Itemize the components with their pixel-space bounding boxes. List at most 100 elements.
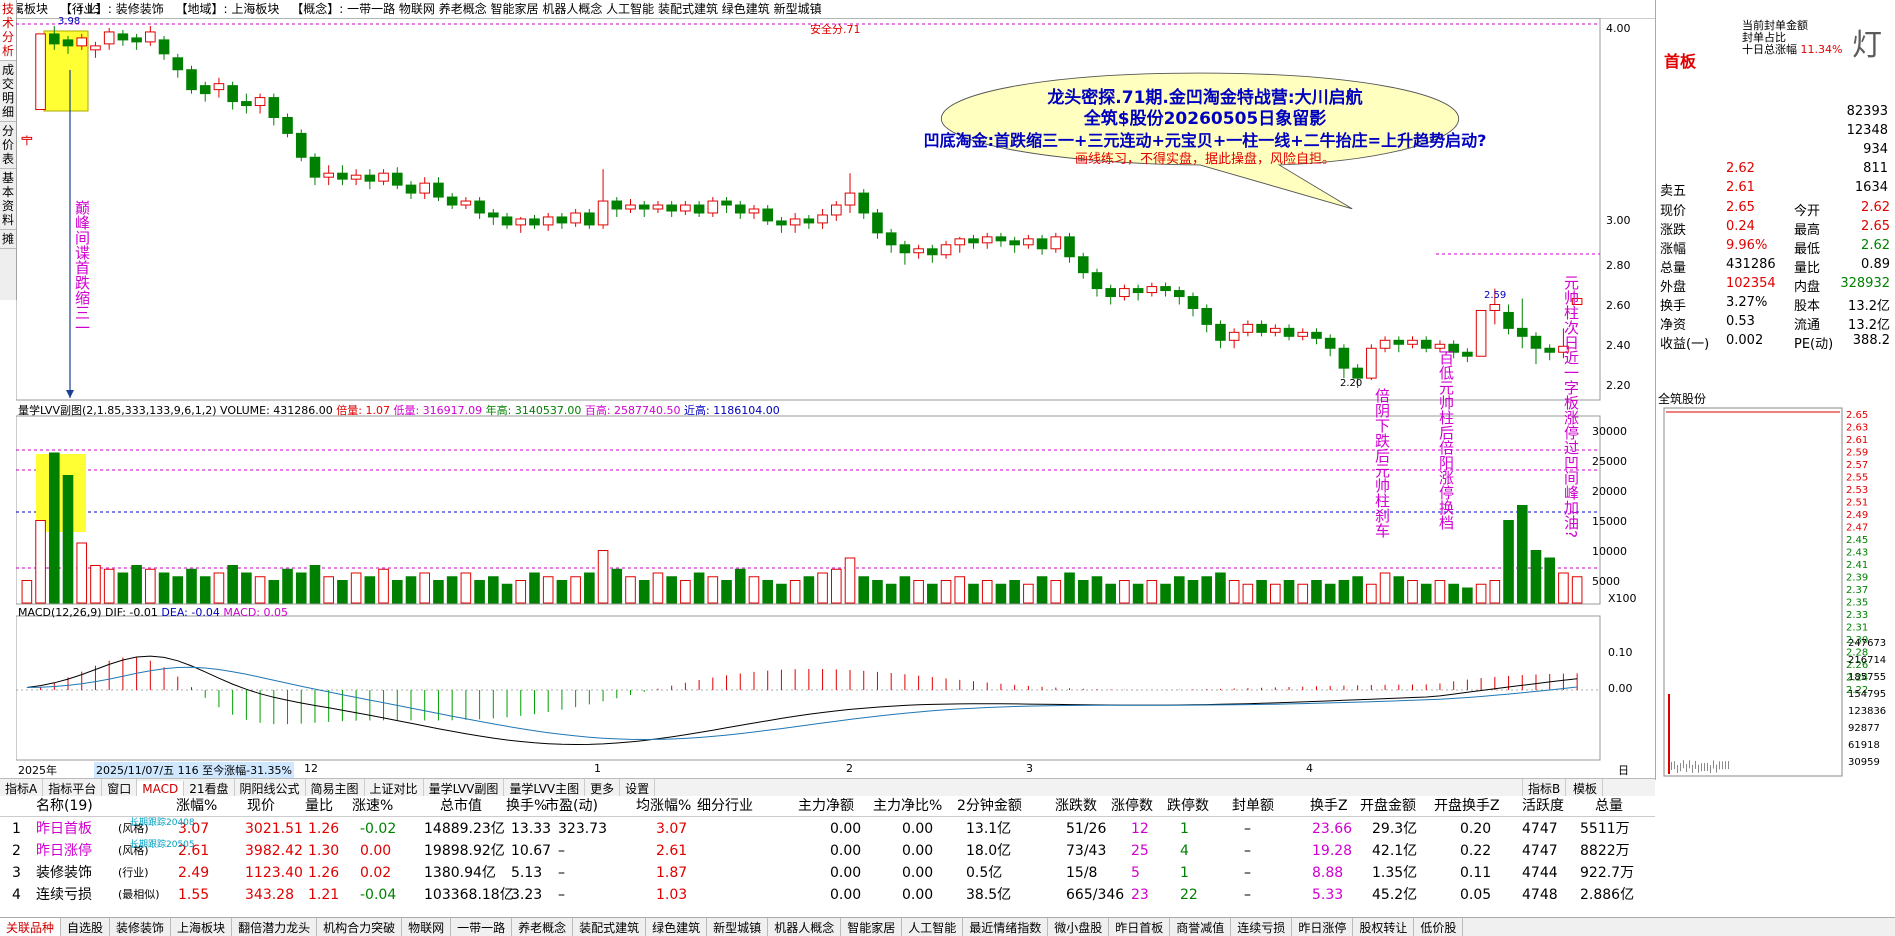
candle-body — [1202, 308, 1212, 324]
bottom-tab[interactable]: 最近情绪指数 — [963, 918, 1048, 936]
candle-body — [104, 32, 114, 44]
bottom-tab[interactable]: 绿色建筑 — [646, 918, 707, 936]
col-zd[interactable]: 涨跌数 — [1055, 796, 1097, 816]
bottom-tab[interactable]: 股权转让 — [1353, 918, 1414, 936]
col-name[interactable]: 名称(19) — [36, 796, 93, 816]
volume-bar — [1243, 584, 1253, 603]
stat-label-2: PE(动) — [1794, 333, 1833, 352]
col-dt[interactable]: 跌停数 — [1167, 796, 1209, 816]
col-price[interactable]: 现价 — [247, 796, 275, 816]
candle-body — [1147, 287, 1157, 293]
bottom-tab[interactable]: 物联网 — [402, 918, 451, 936]
volume-bar — [22, 581, 32, 604]
cell-dt: 22 — [1180, 884, 1198, 906]
col-hz[interactable]: 换手Z — [1310, 796, 1348, 816]
bottom-tab[interactable]: 一带一路 — [451, 918, 512, 936]
col-total[interactable]: 总量 — [1595, 796, 1623, 816]
col-zt[interactable]: 涨停数 — [1111, 796, 1153, 816]
volume-bar — [1051, 581, 1061, 604]
candle-body — [1024, 239, 1034, 245]
col-lb[interactable]: 量比 — [305, 796, 333, 816]
candle-body — [1490, 304, 1500, 310]
volume-bar — [63, 476, 73, 604]
candle-body — [585, 213, 595, 225]
col-m2[interactable]: 2分钟金额 — [957, 796, 1022, 816]
volume-bar — [310, 566, 320, 604]
cell-avg: 2.61 — [656, 840, 687, 862]
bottom-tab[interactable]: 连续亏损 — [1231, 918, 1292, 936]
mini-volume-bar — [1698, 765, 1699, 773]
stat-label-2: 最低 — [1794, 238, 1820, 257]
tab-basic-info[interactable]: 基本资料 — [0, 169, 16, 230]
volume-bar — [1078, 581, 1088, 604]
bottom-tab[interactable]: 昨日涨停 — [1292, 918, 1353, 936]
col-zlb[interactable]: 主力净比% — [873, 796, 942, 816]
table-row[interactable]: 4 连续亏损 1.55 343.28 1.21 -0.04 103368.18亿 3.23–1… — [0, 884, 1655, 906]
candle-body — [1367, 348, 1377, 378]
bottom-tab[interactable]: 微小盘股 — [1048, 918, 1109, 936]
volume-bar — [461, 573, 471, 603]
mini-volume-bar — [1725, 761, 1726, 769]
bottom-tab[interactable]: 装配式建筑 — [573, 918, 646, 936]
bottom-tab[interactable]: 养老概念 — [512, 918, 573, 936]
col-hy[interactable]: 活跃度 — [1522, 796, 1564, 816]
concept-label[interactable]: 【概念】: 一带一路 物联网 养老概念 智能家居 机器人概念 人工智能 装配式建… — [291, 2, 821, 16]
tab-misc[interactable]: 摊 — [0, 230, 16, 249]
bottom-tab[interactable]: 装修装饰 — [110, 918, 171, 936]
bottom-tab[interactable]: 上海板块 — [171, 918, 232, 936]
candle-body — [818, 215, 828, 223]
col-speed[interactable]: 涨速% — [352, 796, 393, 816]
cell-zt: 5 — [1131, 862, 1140, 884]
col-kp[interactable]: 开盘金额 — [1360, 796, 1416, 816]
col-kph[interactable]: 开盘换手Z — [1434, 796, 1500, 816]
tab-price-table[interactable]: 分价表 — [0, 122, 16, 169]
cell-fd: – — [1244, 840, 1251, 862]
stat-value: 0.002 — [1726, 333, 1763, 348]
bottom-tab[interactable]: 机构合力突破 — [317, 918, 402, 936]
macd-name[interactable]: MACD(12,26,9) — [18, 606, 102, 619]
candle-body — [763, 209, 773, 221]
table-row[interactable]: 2 昨日涨停 2.61 3982.42 1.30 0.00 19898.92亿 10.67–2… — [0, 840, 1655, 862]
candle-body — [941, 245, 951, 255]
bottom-tab-bar: 关联品种 自选股 装修装饰 上海板块 翻倍潜力龙头 机构合力突破 物联网 一带一路 养老概念 装配… — [0, 917, 1895, 936]
cell-kp: 1.35亿 — [1372, 862, 1417, 884]
table-row[interactable]: 3 装修装饰 2.49 1123.40 1.26 0.02 1380.94亿 5.13–1.8… — [0, 862, 1655, 884]
volume-bar — [749, 577, 759, 603]
bottom-tab[interactable]: 关联品种 — [0, 918, 61, 936]
toolbar-item[interactable]: MACD — [137, 781, 184, 797]
bottom-tab[interactable]: 昨日首板 — [1109, 918, 1170, 936]
region-label[interactable]: 【地域】: 上海板块 — [176, 2, 280, 16]
volume-bar — [1517, 506, 1527, 604]
volume-bar — [928, 584, 938, 603]
volume-bar — [1380, 573, 1390, 603]
bottom-tab[interactable]: 人工智能 — [902, 918, 963, 936]
stat-label-2: 量比 — [1794, 257, 1820, 276]
col-avg[interactable]: 均涨幅% — [636, 796, 691, 816]
col-turn[interactable]: 换手% — [506, 796, 547, 816]
stat-label-2: 内盘 — [1794, 276, 1820, 295]
tab-technical-analysis[interactable]: 技术分析 — [0, 0, 16, 61]
tab-trade-details[interactable]: 成交明细 — [0, 61, 16, 122]
safety-line-label: 安全分.71 — [810, 21, 861, 37]
col-pe[interactable]: 市盈(动) — [545, 796, 598, 816]
cell-speed: -0.04 — [360, 884, 396, 906]
col-fd[interactable]: 封单额 — [1232, 796, 1274, 816]
candle-body — [489, 213, 499, 217]
col-zl[interactable]: 主力净额 — [798, 796, 854, 816]
bottom-tab[interactable]: 商誉减值 — [1170, 918, 1231, 936]
volume-bar — [351, 573, 361, 603]
bottom-tab[interactable]: 低价股 — [1414, 918, 1463, 936]
col-ind[interactable]: 细分行业 — [697, 796, 753, 816]
cell-pe: – — [558, 862, 565, 884]
bottom-tab[interactable]: 机器人概念 — [768, 918, 841, 936]
bottom-tab[interactable]: 翻倍潜力龙头 — [232, 918, 317, 936]
cell-kph: 0.11 — [1460, 862, 1491, 884]
intraday-mini-chart[interactable]: 2.65 2.632.61 2.592.57 2.552.53 2.512.49 2.47… — [1656, 404, 1895, 780]
candle-body — [296, 133, 306, 157]
bottom-tab[interactable]: 智能家居 — [841, 918, 902, 936]
table-row[interactable]: 1 昨日首板 3.07 3021.51 1.26 -0.02 14889.23亿 13.33 3… — [0, 818, 1655, 840]
vol-ind-name[interactable]: 量学LVV副图(2,1.85,333,133,9,6,1,2) — [18, 404, 217, 417]
bottom-tab[interactable]: 自选股 — [61, 918, 110, 936]
col-cap[interactable]: 总市值 — [440, 796, 482, 816]
bottom-tab[interactable]: 新型城镇 — [707, 918, 768, 936]
